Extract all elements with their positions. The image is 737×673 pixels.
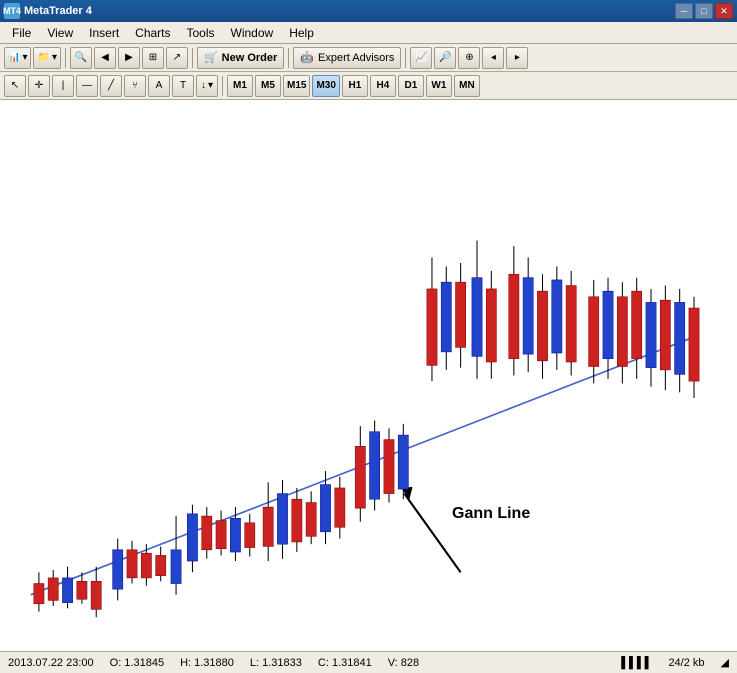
tf-m30[interactable]: M30 [312, 75, 339, 97]
left-shift-btn[interactable]: ◂ [482, 47, 504, 69]
robot-icon: 🤖 [300, 51, 314, 64]
candlestick-chart [0, 100, 737, 651]
candle-icon: 📈 [415, 52, 427, 63]
status-low: L: 1.31833 [250, 657, 302, 669]
pitchfork-icon: ⑂ [132, 80, 138, 91]
trendline-btn[interactable]: ╱ [100, 75, 122, 97]
status-high: H: 1.31880 [180, 657, 234, 669]
vline-icon: | [62, 80, 65, 91]
expert-advisors-button[interactable]: 🤖 Expert Advisors [293, 47, 401, 69]
menu-view[interactable]: View [39, 24, 81, 42]
zoom-out-chart-btn[interactable]: 🔎 [434, 47, 456, 69]
forward-icon: ▶ [125, 52, 133, 63]
zoom-in-icon: 🔍 [75, 52, 87, 63]
cursor-btn[interactable]: ↖ [4, 75, 26, 97]
title-bar-left: MT4 MetaTrader 4 [4, 3, 92, 19]
sep1 [65, 48, 66, 68]
menu-bar: File View Insert Charts Tools Window Hel… [0, 22, 737, 44]
tf-mn[interactable]: MN [454, 75, 480, 97]
back-btn[interactable]: ◀ [94, 47, 116, 69]
zoom-in-btn[interactable]: 🔍 [70, 47, 92, 69]
app-icon: MT4 [4, 3, 20, 19]
sep3 [288, 48, 289, 68]
label-btn[interactable]: T [172, 75, 194, 97]
order-icon: 🛒 [204, 51, 218, 64]
hline-icon: — [82, 80, 92, 91]
pitchfork-btn[interactable]: ⑂ [124, 75, 146, 97]
magnify-icon: ⊕ [465, 52, 473, 63]
back-icon: ◀ [101, 52, 109, 63]
chart-area[interactable]: Gann Line [0, 100, 737, 651]
status-resize-icon: ◢ [721, 656, 729, 669]
arr-dropdown: ▾ [208, 80, 213, 91]
magnify-btn[interactable]: ⊕ [458, 47, 480, 69]
menu-charts[interactable]: Charts [127, 24, 178, 42]
tf-d1[interactable]: D1 [398, 75, 424, 97]
zoom-out-icon: 🔎 [439, 52, 451, 63]
export-icon: ↗ [173, 52, 181, 63]
dropdown-arrow2: ▾ [52, 52, 57, 63]
tf-m1[interactable]: M1 [227, 75, 253, 97]
status-volume: V: 828 [388, 657, 419, 669]
window-controls: ─ □ ✕ [675, 3, 733, 19]
vertical-line-btn[interactable]: | [52, 75, 74, 97]
status-close: C: 1.31841 [318, 657, 372, 669]
tf-h4[interactable]: H4 [370, 75, 396, 97]
label-icon: T [180, 80, 186, 91]
menu-help[interactable]: Help [281, 24, 322, 42]
new-chart-btn[interactable]: 📊 ▾ [4, 47, 31, 69]
grid-icon: ⊞ [149, 52, 157, 63]
expert-label: Expert Advisors [318, 52, 394, 64]
chart-icon: 📊 [8, 52, 20, 63]
grid-btn[interactable]: ⊞ [142, 47, 164, 69]
app-title: MetaTrader 4 [24, 5, 92, 17]
cursor-icon: ↖ [11, 80, 19, 91]
status-open: O: 1.31845 [110, 657, 164, 669]
app-window: MT4 MetaTrader 4 ─ □ ✕ File View Insert … [0, 0, 737, 673]
close-button[interactable]: ✕ [715, 3, 733, 19]
status-filesize: 24/2 kb [668, 657, 704, 669]
status-bars-icon: ▌▌▌▌ [621, 657, 652, 669]
tf-m5[interactable]: M5 [255, 75, 281, 97]
sep-draw1 [222, 76, 223, 96]
new-order-label: New Order [222, 52, 278, 64]
left-icon: ◂ [491, 52, 496, 63]
menu-tools[interactable]: Tools [179, 24, 223, 42]
sep2 [192, 48, 193, 68]
arrow-icon: ↓ [201, 80, 206, 91]
tf-h1[interactable]: H1 [342, 75, 368, 97]
menu-insert[interactable]: Insert [81, 24, 127, 42]
tf-w1[interactable]: W1 [426, 75, 452, 97]
open-btn[interactable]: 📁 ▾ [33, 47, 60, 69]
toolbar-drawing: ↖ ✛ | — ╱ ⑂ A T ↓ ▾ M1 M5 M15 M30 [0, 72, 737, 100]
right-shift-btn[interactable]: ▸ [506, 47, 528, 69]
menu-window[interactable]: Window [223, 24, 282, 42]
crosshair-btn[interactable]: ✛ [28, 75, 50, 97]
minimize-button[interactable]: ─ [675, 3, 693, 19]
title-bar: MT4 MetaTrader 4 ─ □ ✕ [0, 0, 737, 22]
dropdown-arrow: ▾ [22, 52, 27, 63]
toolbar-main: 📊 ▾ 📁 ▾ 🔍 ◀ ▶ ⊞ ↗ 🛒 New Order 🤖 [0, 44, 737, 72]
status-bar: 2013.07.22 23:00 O: 1.31845 H: 1.31880 L… [0, 651, 737, 673]
arrow-btn[interactable]: ↓ ▾ [196, 75, 218, 97]
text-icon: A [156, 80, 163, 91]
text-btn[interactable]: A [148, 75, 170, 97]
forward-btn[interactable]: ▶ [118, 47, 140, 69]
folder-icon: 📁 [37, 52, 49, 63]
horizontal-line-btn[interactable]: — [76, 75, 98, 97]
export-btn[interactable]: ↗ [166, 47, 188, 69]
maximize-button[interactable]: □ [695, 3, 713, 19]
trendline-icon: ╱ [108, 80, 114, 91]
crosshair-icon: ✛ [35, 80, 43, 91]
chart-type-btn[interactable]: 📈 [410, 47, 432, 69]
right-icon: ▸ [515, 52, 520, 63]
status-datetime: 2013.07.22 23:00 [8, 657, 94, 669]
tf-m15[interactable]: M15 [283, 75, 310, 97]
new-order-button[interactable]: 🛒 New Order [197, 47, 284, 69]
sep4 [405, 48, 406, 68]
menu-file[interactable]: File [4, 24, 39, 42]
